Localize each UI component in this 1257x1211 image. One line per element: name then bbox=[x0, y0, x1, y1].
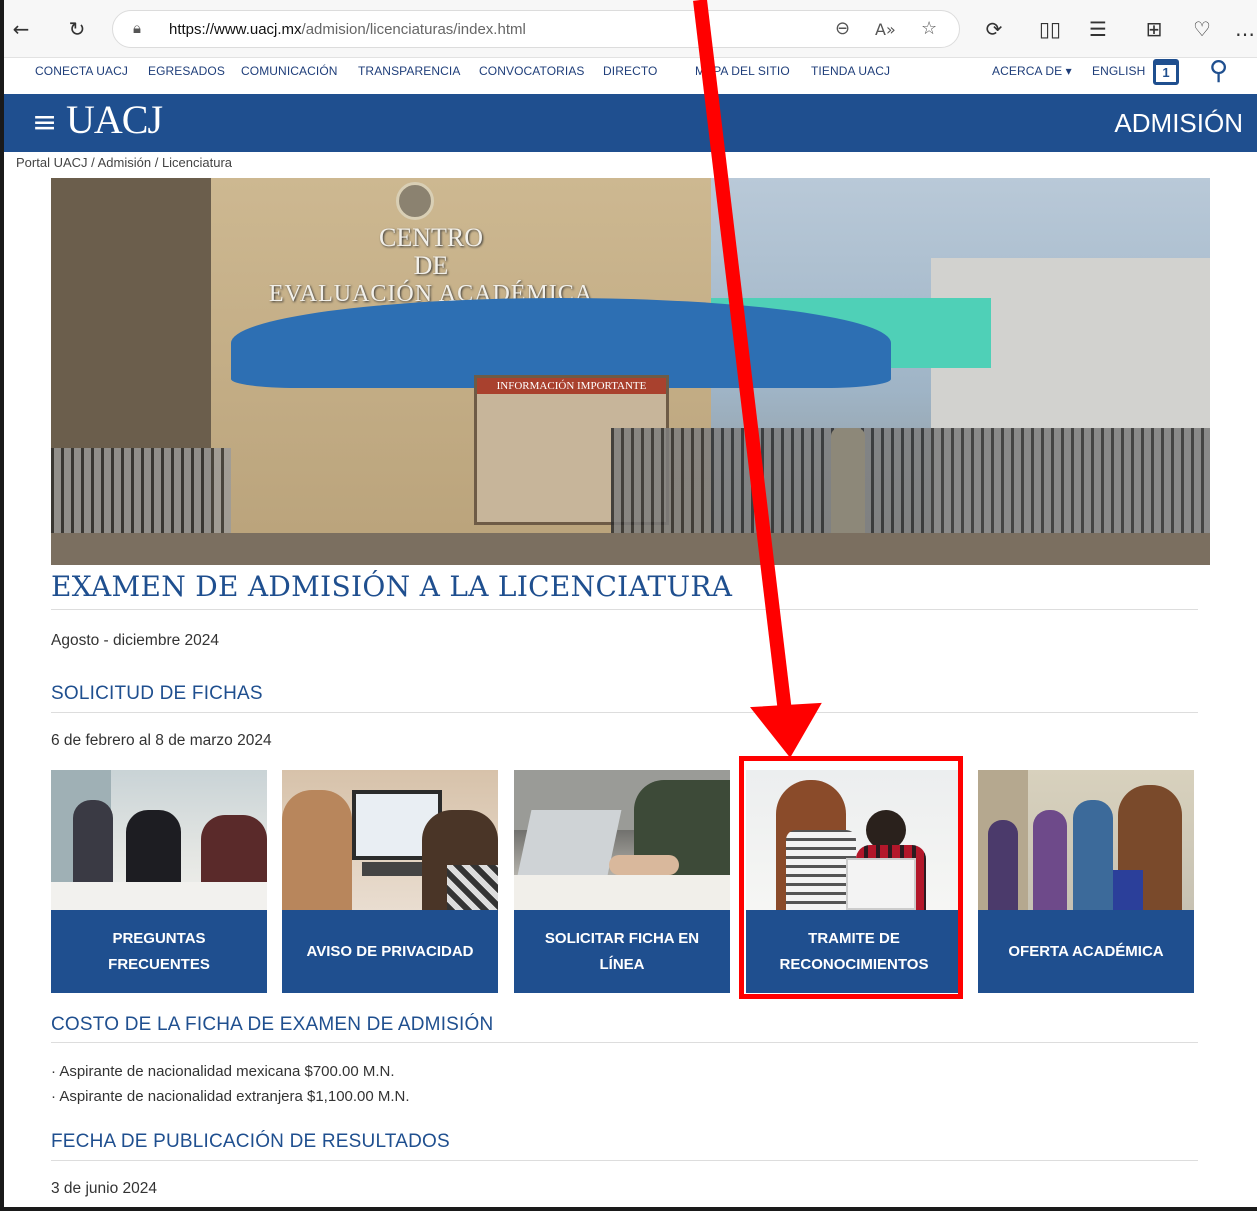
card-oferta-academica[interactable]: OFERTA ACADÉMICA bbox=[978, 770, 1194, 993]
card-preguntas-frecuentes[interactable]: PREGUNTAS FRECUENTES bbox=[51, 770, 267, 993]
lock-icon[interactable]: 🔒︎ bbox=[133, 19, 141, 37]
card-photo[interactable] bbox=[514, 770, 730, 910]
favorite-star-icon[interactable]: ☆ bbox=[921, 18, 937, 39]
toplink-comunicacion[interactable]: COMUNICACIÓN bbox=[241, 64, 338, 78]
card-aviso-privacidad[interactable]: AVISO DE PRIVACIDAD bbox=[282, 770, 498, 993]
card-label[interactable]: OFERTA ACADÉMICA bbox=[978, 910, 1194, 993]
favorites-list-icon[interactable]: ☰ bbox=[1083, 14, 1113, 44]
hamburger-menu-icon[interactable]: ≡ bbox=[32, 105, 57, 140]
card-label[interactable]: PREGUNTAS FRECUENTES bbox=[51, 910, 267, 993]
toplink-egresados[interactable]: EGRESADOS bbox=[148, 64, 225, 78]
fichas-dates: 6 de febrero al 8 de marzo 2024 bbox=[51, 732, 272, 749]
hero-image: CENTRO DE EVALUACIÓN ACADÉMICA INFORMACI… bbox=[51, 178, 1210, 565]
toplink-tienda[interactable]: TIENDA UACJ bbox=[811, 64, 890, 78]
card-photo[interactable] bbox=[282, 770, 498, 910]
card-photo[interactable] bbox=[746, 770, 962, 910]
top-links-bar: CONECTA UACJ EGRESADOS COMUNICACIÓN TRAN… bbox=[0, 56, 1257, 94]
browser-essentials-icon[interactable]: ♡ bbox=[1187, 14, 1217, 44]
building-sign: CENTRO DE EVALUACIÓN ACADÉMICA bbox=[268, 223, 594, 308]
resultados-heading: FECHA DE PUBLICACIÓN DE RESULTADOS bbox=[51, 1131, 450, 1152]
toplink-transparencia[interactable]: TRANSPARENCIA bbox=[358, 64, 460, 78]
period-text: Agosto - diciembre 2024 bbox=[51, 632, 220, 649]
reload-icon[interactable]: ↻ bbox=[62, 14, 92, 44]
toplink-mapa[interactable]: MAPA DEL SITIO bbox=[695, 64, 790, 78]
divider bbox=[51, 1042, 1198, 1043]
card-photo[interactable] bbox=[978, 770, 1194, 910]
page-title: EXAMEN DE ADMISIÓN A LA LICENCIATURA bbox=[51, 570, 733, 603]
more-options-icon[interactable]: … bbox=[1233, 14, 1257, 44]
resultados-date: 3 de junio 2024 bbox=[51, 1180, 158, 1197]
fichas-heading: SOLICITUD DE FICHAS bbox=[51, 683, 263, 704]
card-label[interactable]: SOLICITAR FICHA EN LÍNEA bbox=[514, 910, 730, 993]
card-photo[interactable] bbox=[51, 770, 267, 910]
read-aloud-icon[interactable]: A» bbox=[875, 20, 896, 39]
card-solicitar-ficha[interactable]: SOLICITAR FICHA EN LÍNEA bbox=[514, 770, 730, 993]
collections-icon[interactable]: ⊞ bbox=[1139, 14, 1169, 44]
url-text: https://www.uacj.mx/admision/licenciatur… bbox=[169, 21, 526, 38]
frame-border bbox=[0, 1207, 1257, 1211]
english-link[interactable]: ENGLISH bbox=[1092, 64, 1145, 78]
split-screen-icon[interactable]: ▯▯ bbox=[1035, 14, 1065, 44]
divider bbox=[51, 712, 1198, 713]
toplink-convocatorias[interactable]: CONVOCATORIAS bbox=[479, 64, 585, 78]
divider bbox=[51, 1160, 1198, 1161]
costo-heading: COSTO DE LA FICHA DE EXAMEN DE ADMISIÓN bbox=[51, 1014, 494, 1035]
costo-extranjera: · Aspirante de nacionalidad extranjera $… bbox=[51, 1088, 410, 1105]
card-tramite-reconocimientos[interactable]: TRAMITE DE RECONOCIMIENTOS bbox=[746, 770, 962, 993]
zoom-out-icon[interactable]: ⊖ bbox=[835, 18, 850, 39]
card-label[interactable]: TRAMITE DE RECONOCIMIENTOS bbox=[746, 910, 962, 993]
breadcrumb: Portal UACJ / Admisión / Licenciatura bbox=[16, 155, 233, 170]
toplink-directorio[interactable]: DIRECTO bbox=[603, 64, 657, 78]
card-label[interactable]: AVISO DE PRIVACIDAD bbox=[282, 910, 498, 993]
costo-mexicana: · Aspirante de nacionalidad mexicana $70… bbox=[51, 1063, 395, 1080]
seal-emblem bbox=[396, 182, 434, 220]
frame-border bbox=[0, 0, 4, 1211]
divider bbox=[51, 609, 1198, 610]
search-icon[interactable]: ⚲ bbox=[1209, 56, 1228, 86]
toplink-conecta[interactable]: CONECTA UACJ bbox=[35, 64, 128, 78]
extensions-icon[interactable]: ⟳ bbox=[979, 14, 1009, 44]
browser-toolbar: ← ↻ 🔒︎ https://www.uacj.mx/admision/lice… bbox=[0, 0, 1257, 58]
address-bar[interactable]: 🔒︎ https://www.uacj.mx/admision/licencia… bbox=[112, 10, 960, 48]
site-header: ≡ UACJ ADMISIÓN bbox=[0, 94, 1257, 152]
acerca-dropdown[interactable]: ACERCA DE ▾ bbox=[992, 64, 1072, 78]
uacj-logo[interactable]: UACJ bbox=[66, 96, 163, 143]
calendar-icon[interactable]: 1 bbox=[1153, 59, 1179, 85]
section-title[interactable]: ADMISIÓN bbox=[1114, 108, 1243, 139]
back-arrow-icon[interactable]: ← bbox=[6, 14, 36, 44]
